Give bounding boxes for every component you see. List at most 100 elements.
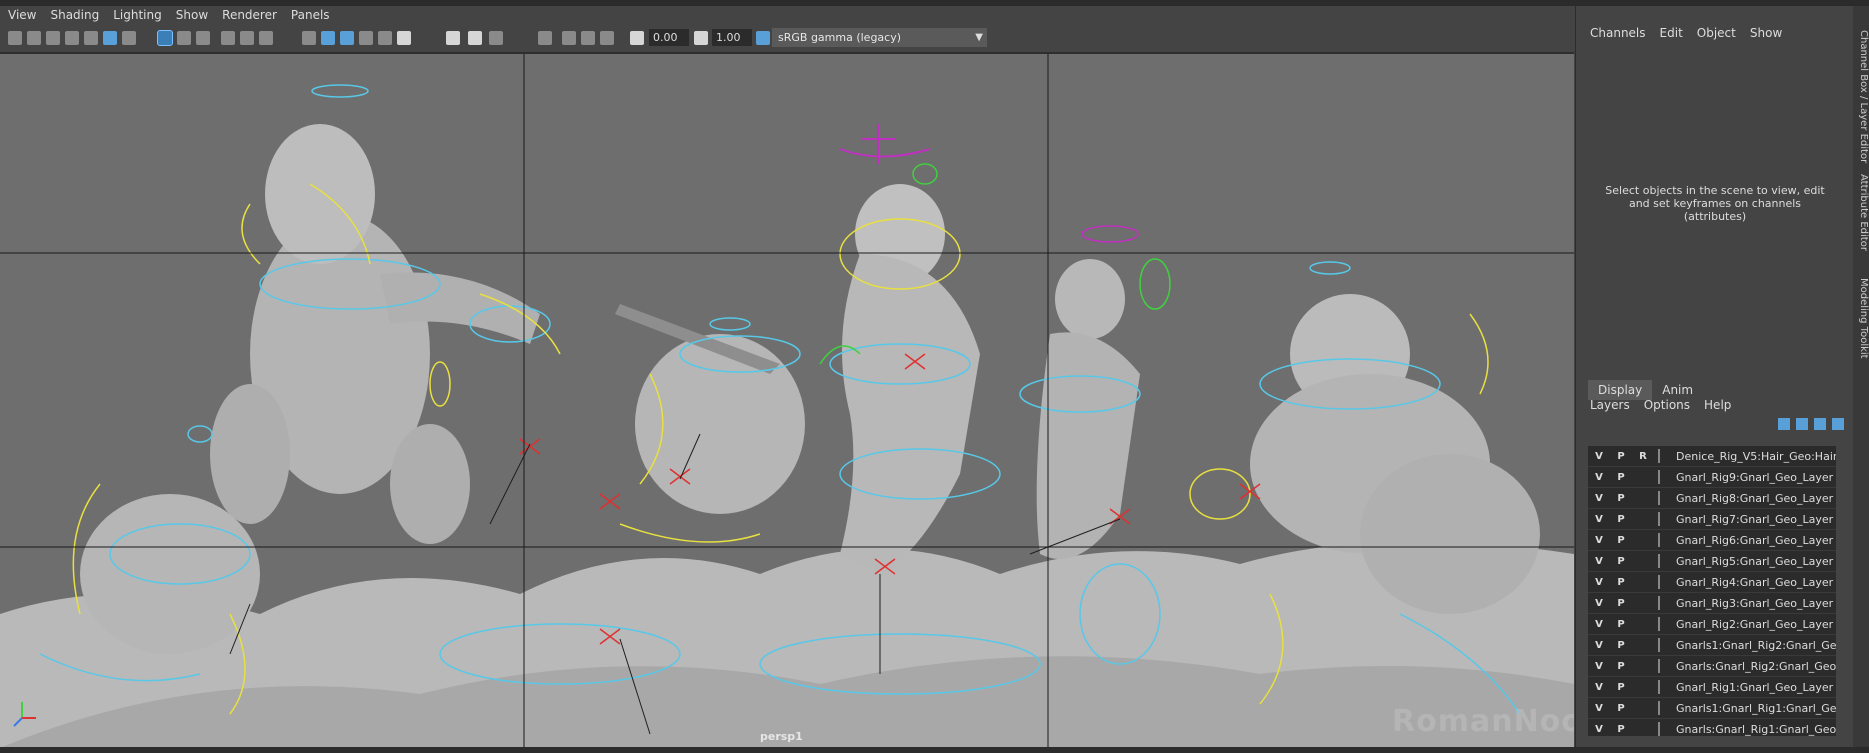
motion-blur-icon[interactable] — [489, 31, 503, 45]
menu-view[interactable]: View — [8, 8, 36, 22]
playback-toggle[interactable]: P — [1610, 640, 1632, 651]
camera-attributes-icon[interactable] — [27, 31, 41, 45]
playback-toggle[interactable]: P — [1610, 577, 1632, 588]
playback-toggle[interactable]: P — [1610, 619, 1632, 630]
layer-color-swatch[interactable] — [1658, 449, 1672, 463]
layer-row[interactable]: V P Gnarls1:Gnarl_Rig1:Gnarl_Geo_ — [1588, 698, 1836, 719]
menu-show[interactable]: Show — [176, 8, 208, 22]
resolution-gate-icon[interactable] — [177, 31, 191, 45]
playback-toggle[interactable]: P — [1610, 682, 1632, 693]
layer-color-swatch[interactable] — [1658, 722, 1672, 736]
layer-color-swatch[interactable] — [1658, 596, 1672, 610]
gamma-field[interactable]: 1.00 — [712, 29, 752, 46]
visibility-toggle[interactable]: V — [1588, 514, 1610, 525]
move-layer-up-icon[interactable] — [1778, 418, 1790, 430]
playback-toggle[interactable]: P — [1610, 724, 1632, 735]
tab-anim[interactable]: Anim — [1652, 380, 1703, 400]
visibility-toggle[interactable]: V — [1588, 598, 1610, 609]
pan-zoom-icon[interactable] — [103, 31, 117, 45]
visibility-toggle[interactable]: V — [1588, 682, 1610, 693]
safe-title-icon[interactable] — [259, 31, 273, 45]
menu-show-channels[interactable]: Show — [1750, 26, 1782, 40]
xray-joints-icon[interactable] — [600, 31, 614, 45]
layer-row[interactable]: V P Gnarl_Rig2:Gnarl_Geo_Layer — [1588, 614, 1836, 635]
tab-modeling-toolkit[interactable]: Modeling Toolkit — [1853, 278, 1869, 359]
layer-row[interactable]: V P Gnarl_Rig5:Gnarl_Geo_Layer — [1588, 551, 1836, 572]
menu-renderer[interactable]: Renderer — [222, 8, 277, 22]
menu-help[interactable]: Help — [1704, 398, 1731, 412]
menu-panels[interactable]: Panels — [291, 8, 330, 22]
grease-pencil-icon[interactable] — [122, 31, 136, 45]
grid-icon[interactable] — [84, 31, 98, 45]
field-chart-icon[interactable] — [221, 31, 235, 45]
bookmark-icon[interactable] — [46, 31, 60, 45]
playback-toggle[interactable]: P — [1610, 493, 1632, 504]
layer-row[interactable]: V P Gnarl_Rig4:Gnarl_Geo_Layer — [1588, 572, 1836, 593]
xray-icon[interactable] — [562, 31, 576, 45]
visibility-toggle[interactable]: V — [1588, 472, 1610, 483]
menu-options[interactable]: Options — [1644, 398, 1690, 412]
playback-toggle[interactable]: P — [1610, 514, 1632, 525]
new-layer-from-selection-icon[interactable] — [1832, 418, 1844, 430]
wireframe-icon[interactable] — [302, 31, 316, 45]
layer-color-swatch[interactable] — [1658, 701, 1672, 715]
new-empty-layer-icon[interactable] — [1814, 418, 1826, 430]
layer-row[interactable]: V P Gnarls:Gnarl_Rig2:Gnarl_Geo_l — [1588, 656, 1836, 677]
layer-color-swatch[interactable] — [1658, 617, 1672, 631]
3d-viewport[interactable]: persp1 RomanNoodles3D — [0, 53, 1574, 748]
playback-toggle[interactable]: P — [1610, 451, 1632, 462]
visibility-toggle[interactable]: V — [1588, 556, 1610, 567]
menu-shading[interactable]: Shading — [50, 8, 99, 22]
visibility-toggle[interactable]: V — [1588, 577, 1610, 588]
visibility-toggle[interactable]: V — [1588, 640, 1610, 651]
playback-toggle[interactable]: P — [1610, 661, 1632, 672]
visibility-toggle[interactable]: V — [1588, 703, 1610, 714]
layer-row[interactable]: V P Gnarls:Gnarl_Rig1:Gnarl_Geo_l — [1588, 719, 1836, 736]
display-type-toggle[interactable]: R — [1632, 451, 1654, 462]
layer-list[interactable]: V P R Denice_Rig_V5:Hair_Geo:Hair_ V P Gnarl_… — [1588, 446, 1836, 736]
smooth-shade-icon[interactable] — [321, 31, 335, 45]
color-management-icon[interactable] — [756, 31, 770, 45]
layer-color-swatch[interactable] — [1658, 470, 1672, 484]
layer-color-swatch[interactable] — [1658, 554, 1672, 568]
textured-icon[interactable] — [359, 31, 373, 45]
playback-toggle[interactable]: P — [1610, 535, 1632, 546]
layer-row[interactable]: V P R Denice_Rig_V5:Hair_Geo:Hair_ — [1588, 446, 1836, 467]
visibility-toggle[interactable]: V — [1588, 661, 1610, 672]
playback-toggle[interactable]: P — [1610, 472, 1632, 483]
tab-display[interactable]: Display — [1588, 380, 1653, 400]
isolate-select-icon[interactable] — [538, 31, 552, 45]
menu-channels[interactable]: Channels — [1590, 26, 1646, 40]
shadows-icon[interactable] — [446, 31, 460, 45]
layer-row[interactable]: V P Gnarls1:Gnarl_Rig2:Gnarl_Geo_ — [1588, 635, 1836, 656]
wireframe-on-shaded-icon[interactable] — [340, 31, 354, 45]
layer-row[interactable]: V P Gnarl_Rig3:Gnarl_Geo_Layer — [1588, 593, 1836, 614]
layer-row[interactable]: V P Gnarl_Rig9:Gnarl_Geo_Layer — [1588, 467, 1836, 488]
layer-row[interactable]: V P Gnarl_Rig7:Gnarl_Geo_Layer — [1588, 509, 1836, 530]
menu-edit[interactable]: Edit — [1660, 26, 1683, 40]
move-layer-down-icon[interactable] — [1796, 418, 1808, 430]
menu-object[interactable]: Object — [1697, 26, 1736, 40]
layer-row[interactable]: V P Gnarl_Rig8:Gnarl_Geo_Layer — [1588, 488, 1836, 509]
layer-color-swatch[interactable] — [1658, 575, 1672, 589]
menu-lighting[interactable]: Lighting — [113, 8, 162, 22]
lighting-icon[interactable] — [397, 31, 411, 45]
ao-icon[interactable] — [468, 31, 482, 45]
xray-active-icon[interactable] — [581, 31, 595, 45]
menu-layers[interactable]: Layers — [1590, 398, 1630, 412]
color-space-dropdown[interactable]: sRGB gamma (legacy) ▼ — [772, 28, 987, 47]
default-lighting-icon[interactable] — [378, 31, 392, 45]
exposure-icon[interactable] — [630, 31, 644, 45]
layer-color-swatch[interactable] — [1658, 659, 1672, 673]
visibility-toggle[interactable]: V — [1588, 493, 1610, 504]
layer-color-swatch[interactable] — [1658, 533, 1672, 547]
layer-color-swatch[interactable] — [1658, 680, 1672, 694]
playback-toggle[interactable]: P — [1610, 703, 1632, 714]
layer-color-swatch[interactable] — [1658, 491, 1672, 505]
layer-row[interactable]: V P Gnarl_Rig6:Gnarl_Geo_Layer — [1588, 530, 1836, 551]
layer-row[interactable]: V P Gnarl_Rig1:Gnarl_Geo_Layer — [1588, 677, 1836, 698]
safe-action-icon[interactable] — [240, 31, 254, 45]
visibility-toggle[interactable]: V — [1588, 619, 1610, 630]
layer-color-swatch[interactable] — [1658, 512, 1672, 526]
tab-attribute-editor[interactable]: Attribute Editor — [1853, 174, 1869, 251]
